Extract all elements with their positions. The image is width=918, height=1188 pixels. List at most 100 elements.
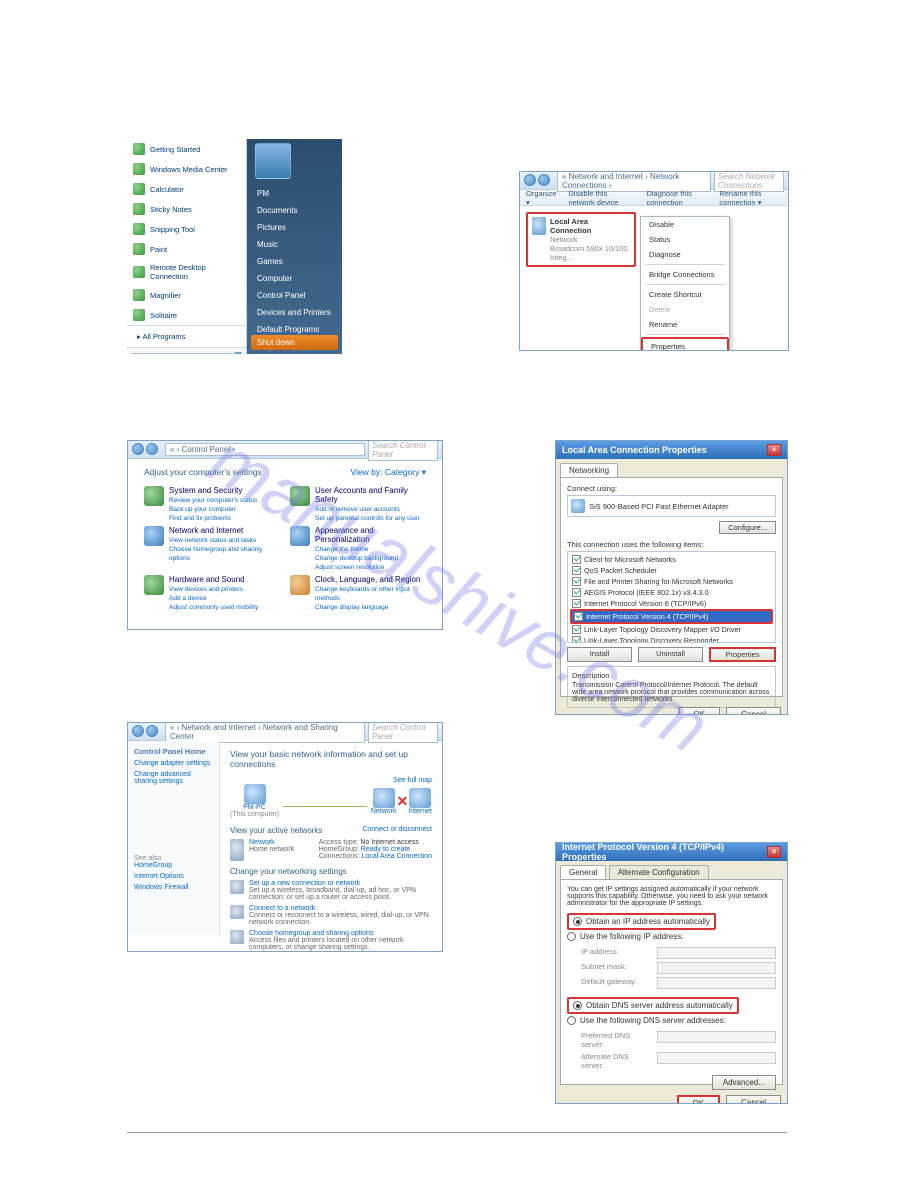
tab-networking[interactable]: Networking [560,463,618,477]
nav-buttons[interactable] [132,443,162,457]
uninstall-button[interactable]: Uninstall [638,647,703,662]
cp-appearance[interactable]: Appearance and PersonalizationChange the… [290,526,426,571]
checkbox-icon[interactable] [572,577,581,586]
tab-alt-config[interactable]: Alternate Configuration [609,865,709,879]
ctx-properties[interactable]: Properties [641,337,729,351]
start-item[interactable]: Windows Media Center [127,159,246,179]
close-button[interactable]: × [767,444,781,456]
cp-cat-link[interactable]: Change display language [315,604,388,611]
list-item[interactable]: Internet Protocol Version 6 (TCP/IPv6) [570,598,773,609]
cp-clock-language[interactable]: Clock, Language, and RegionChange keyboa… [290,575,426,613]
start-right-item[interactable]: PM [255,185,334,202]
internet-options-link[interactable]: Internet Options [134,873,213,880]
start-item[interactable]: Sticky Notes [127,199,246,219]
see-full-map-link[interactable]: See full map [230,777,432,784]
start-right-item[interactable]: Devices and Printers [255,304,334,321]
all-programs[interactable]: ▸ All Programs [127,325,246,347]
cp-cat-link[interactable]: Find and fix problems [169,515,231,522]
list-item[interactable]: Link-Layer Topology Discovery Mapper I/O… [570,624,773,635]
use-dns-radio[interactable]: Use the following DNS server addresses: [567,1014,776,1027]
toolbar-item[interactable]: Organize ▾ [526,189,556,207]
cp-cat-link[interactable]: Set up parental controls for any user [315,515,420,522]
shutdown-button[interactable]: Shut down [251,335,338,350]
task-row[interactable]: Connect to a networkConnect or reconnect… [230,905,432,926]
homegroup-link[interactable]: HomeGroup [134,862,213,869]
configure-button[interactable]: Configure... [719,521,776,534]
cp-hardware-sound[interactable]: Hardware and SoundView devices and print… [144,575,280,613]
cancel-button[interactable]: Cancel [726,707,781,715]
breadcrumb[interactable]: « › Network and Internet › Network and S… [165,722,365,743]
start-right-item[interactable]: Computer [255,270,334,287]
nav-buttons[interactable] [524,174,554,188]
checkbox-icon[interactable] [572,636,581,643]
cancel-button[interactable]: Cancel [726,1095,781,1104]
checkbox-icon[interactable] [572,566,581,575]
task-row[interactable]: Choose homegroup and sharing optionsAcce… [230,930,432,951]
install-button[interactable]: Install [567,647,632,662]
start-item[interactable]: Solitaire [127,305,246,325]
cp-cat-link[interactable]: Change the theme [315,546,368,553]
view-by-dropdown[interactable]: View by: Category ▾ [351,467,426,478]
ctx-disable[interactable]: Disable [641,217,729,232]
cp-cat-link[interactable]: Adjust screen resolution [315,564,384,571]
start-item[interactable]: Remote Desktop Connection [127,259,246,285]
cp-cat-link[interactable]: Back up your computer [169,506,236,513]
use-ip-radio[interactable]: Use the following IP address: [567,930,776,943]
cp-user-accounts[interactable]: User Accounts and Family SafetyAdd or re… [290,486,426,522]
ctx-bridge[interactable]: Bridge Connections [641,267,729,282]
change-adapter-link[interactable]: Change adapter settings [134,760,213,767]
start-right-item[interactable]: Control Panel [255,287,334,304]
tab-general[interactable]: General [560,865,606,879]
task-row[interactable]: Set up a new connection or networkSet up… [230,880,432,901]
change-sharing-link[interactable]: Change advanced sharing settings [134,771,213,785]
advanced-button[interactable]: Advanced... [712,1075,776,1090]
local-area-connection-item[interactable]: Local Area Connection Network Broadcom 5… [526,212,636,267]
kv-value[interactable]: Local Area Connection [362,853,432,860]
start-item[interactable]: Paint [127,239,246,259]
start-item[interactable]: Magnifier [127,285,246,305]
start-right-item[interactable]: Games [255,253,334,270]
start-search-input[interactable] [131,353,232,355]
checkbox-icon[interactable] [572,625,581,634]
cp-cat-link[interactable]: Review your computer's status [169,497,257,504]
ctx-shortcut[interactable]: Create Shortcut [641,287,729,302]
cp-cat-link[interactable]: Change desktop background [315,555,398,562]
ok-button[interactable]: OK [679,707,721,715]
search-input[interactable]: Search Control Panel [368,722,438,743]
obtain-dns-auto-radio[interactable]: Obtain DNS server address automatically [567,997,739,1014]
start-item[interactable]: Calculator [127,179,246,199]
close-button[interactable]: × [767,846,781,858]
start-item[interactable]: Getting Started [127,139,246,159]
cp-cat-link[interactable]: Add a device [169,595,207,602]
items-listbox[interactable]: Client for Microsoft Networks QoS Packet… [567,551,776,643]
active-net-type[interactable]: Home network [249,846,294,853]
search-icon[interactable] [234,352,242,354]
cp-cat-link[interactable]: View devices and printers [169,586,243,593]
nav-buttons[interactable] [132,725,162,739]
ctx-rename[interactable]: Rename [641,317,729,332]
checkbox-icon[interactable] [572,588,581,597]
ok-button[interactable]: OK [677,1095,721,1104]
breadcrumb[interactable]: « › Control Panel › [165,443,365,456]
start-right-item[interactable]: Documents [255,202,334,219]
properties-button[interactable]: Properties [709,647,776,662]
list-item[interactable]: File and Printer Sharing for Microsoft N… [570,576,773,587]
checkbox-icon[interactable] [572,555,581,564]
toolbar-item[interactable]: Disable this network device [568,189,634,207]
obtain-ip-auto-radio[interactable]: Obtain an IP address automatically [567,913,716,930]
list-item[interactable]: QoS Packet Scheduler [570,565,773,576]
cp-cat-link[interactable]: Change keyboards or other input methods [315,586,410,602]
cp-cat-link[interactable]: Adjust commonly used mobility settings [169,604,258,613]
toolbar-item[interactable]: Rename this connection ▾ [719,189,782,207]
kv-value[interactable]: Ready to create [361,846,410,853]
toolbar-item[interactable]: Diagnose this connection [646,189,707,207]
connect-disconnect-link[interactable]: Connect or disconnect [362,826,432,835]
firewall-link[interactable]: Windows Firewall [134,884,213,891]
list-item-ipv4[interactable]: Internet Protocol Version 4 (TCP/IPv4) [570,609,773,624]
cp-cat-link[interactable]: Add or remove user accounts [315,506,400,513]
start-right-item[interactable]: Pictures [255,219,334,236]
cp-network-internet[interactable]: Network and InternetView network status … [144,526,280,571]
cp-system-security[interactable]: System and SecurityReview your computer'… [144,486,280,522]
list-item[interactable]: Client for Microsoft Networks [570,554,773,565]
checkbox-icon[interactable] [572,599,581,608]
